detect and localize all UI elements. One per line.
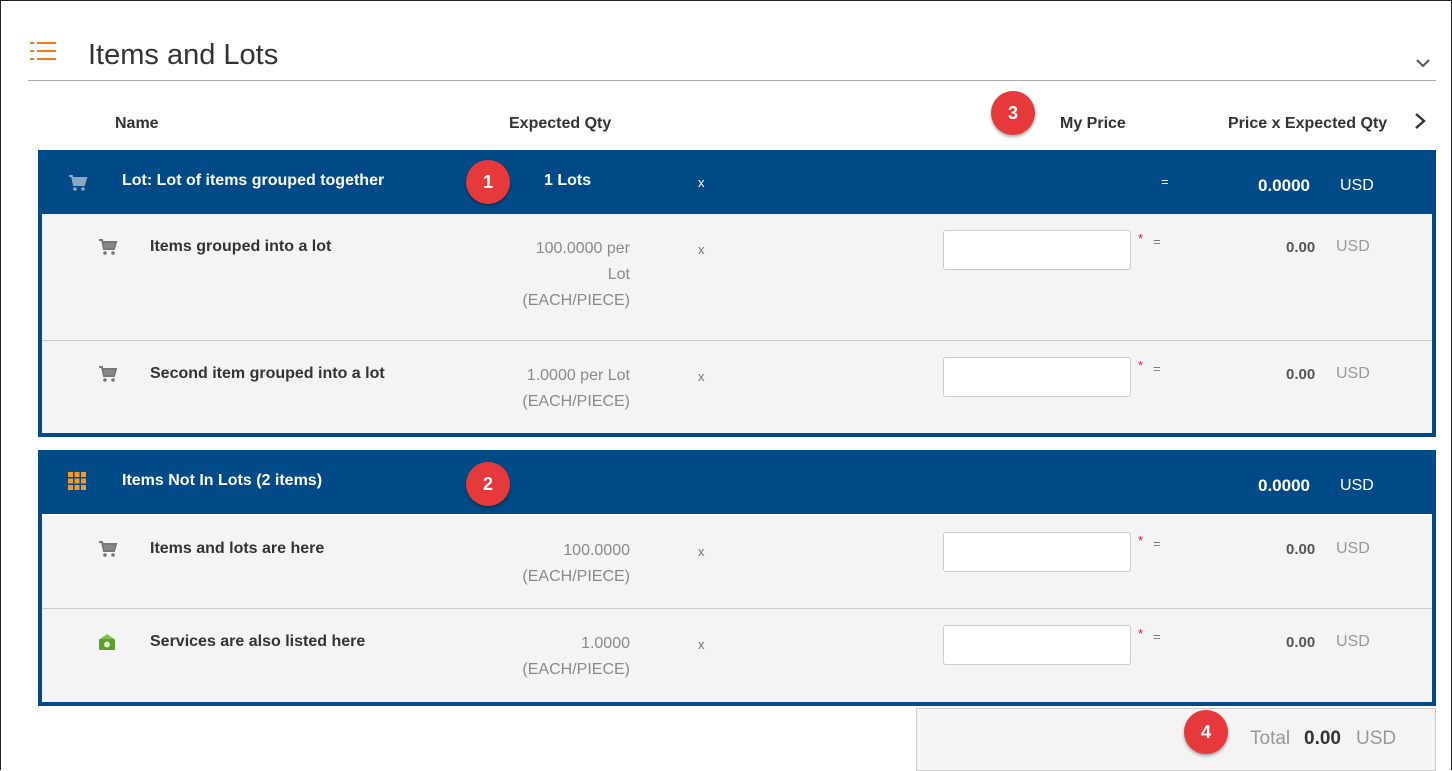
item-currency: USD bbox=[1336, 633, 1370, 650]
total-value: 0.00 bbox=[1304, 728, 1341, 749]
cart-icon bbox=[98, 365, 118, 388]
qty-line: 1.0000 bbox=[581, 635, 630, 652]
required-marker: * bbox=[1138, 231, 1144, 246]
item-total: 0.00 bbox=[1286, 541, 1316, 558]
multiply-sign: x bbox=[698, 242, 705, 257]
section-title: Items and Lots bbox=[88, 39, 279, 71]
item-name: Second item grouped into a lot bbox=[150, 365, 385, 382]
required-marker: * bbox=[1138, 358, 1144, 373]
multiply-sign: x bbox=[698, 637, 705, 652]
multiply-sign: x bbox=[698, 369, 705, 384]
table-row: Items grouped into a lot 100.0000 per Lo… bbox=[42, 214, 1432, 341]
annotation-badge-3: 3 bbox=[991, 91, 1035, 135]
item-name: Services are also listed here bbox=[150, 633, 366, 650]
collapse-chevron-icon[interactable] bbox=[1416, 52, 1430, 73]
qty-line: 100.0000 per bbox=[535, 240, 630, 257]
item-total: 0.00 bbox=[1286, 239, 1316, 256]
item-total: 0.00 bbox=[1286, 366, 1316, 383]
multiply-sign: x bbox=[698, 175, 705, 190]
scroll-right-chevron-icon[interactable] bbox=[1412, 112, 1428, 130]
group-name: Items Not In Lots (2 items) bbox=[122, 472, 323, 489]
equals-sign: = bbox=[1153, 234, 1161, 249]
item-expected-qty: 1.0000 (EACH/PIECE) bbox=[450, 631, 630, 683]
table-row: Items and lots are here 100.0000 (EACH/P… bbox=[42, 516, 1432, 609]
annotation-badge-4: 4 bbox=[1184, 710, 1228, 754]
my-price-input[interactable] bbox=[943, 625, 1131, 665]
qty-line: Lot bbox=[607, 266, 630, 283]
column-header-price-x-qty: Price x Expected Qty bbox=[1228, 115, 1388, 132]
equals-sign: = bbox=[1161, 174, 1169, 189]
items-not-in-lots-group: Items Not In Lots (2 items) 0.0000 USD I… bbox=[38, 450, 1436, 706]
item-total: 0.00 bbox=[1286, 634, 1316, 651]
lot-name: Lot: Lot of items grouped together bbox=[122, 172, 385, 189]
item-name: Items grouped into a lot bbox=[150, 238, 332, 255]
lot-total: 0.0000 bbox=[1258, 176, 1310, 195]
my-price-input[interactable] bbox=[943, 357, 1131, 397]
required-marker: * bbox=[1138, 626, 1144, 641]
lot-group-header[interactable]: Lot: Lot of items grouped together 1 Lot… bbox=[42, 154, 1432, 214]
cart-icon bbox=[98, 540, 118, 563]
qty-line: 1.0000 per Lot bbox=[526, 367, 630, 384]
item-expected-qty: 100.0000 (EACH/PIECE) bbox=[450, 538, 630, 590]
group-currency: USD bbox=[1340, 477, 1374, 494]
lot-qty: 1 Lots bbox=[544, 172, 592, 189]
required-marker: * bbox=[1138, 533, 1144, 548]
items-not-in-lots-header[interactable]: Items Not In Lots (2 items) 0.0000 USD bbox=[42, 454, 1432, 514]
qty-line: (EACH/PIECE) bbox=[522, 393, 630, 410]
table-row: Services are also listed here 1.0000 (EA… bbox=[42, 609, 1432, 702]
total-label: Total bbox=[1250, 728, 1291, 749]
list-icon bbox=[30, 42, 56, 62]
equals-sign: = bbox=[1153, 629, 1161, 644]
total-currency: USD bbox=[1356, 728, 1397, 749]
lot-currency: USD bbox=[1340, 177, 1374, 194]
item-currency: USD bbox=[1336, 540, 1370, 557]
column-header-expected-qty: Expected Qty bbox=[509, 115, 612, 132]
grand-total-box: Total 0.00 USD bbox=[916, 708, 1436, 771]
service-icon bbox=[98, 633, 116, 656]
lot-group: Lot: Lot of items grouped together 1 Lot… bbox=[38, 150, 1436, 437]
item-currency: USD bbox=[1336, 238, 1370, 255]
equals-sign: = bbox=[1153, 536, 1161, 551]
item-expected-qty: 1.0000 per Lot (EACH/PIECE) bbox=[450, 363, 630, 415]
cart-icon bbox=[68, 174, 88, 197]
qty-line: (EACH/PIECE) bbox=[522, 568, 630, 585]
column-header-my-price: My Price bbox=[1060, 115, 1126, 132]
qty-line: 100.0000 bbox=[563, 542, 630, 559]
table-row: Second item grouped into a lot 1.0000 pe… bbox=[42, 341, 1432, 433]
grid-icon bbox=[68, 472, 86, 495]
equals-sign: = bbox=[1153, 361, 1161, 376]
item-expected-qty: 100.0000 per Lot (EACH/PIECE) bbox=[450, 236, 630, 314]
multiply-sign: x bbox=[698, 544, 705, 559]
cart-icon bbox=[98, 238, 118, 261]
group-total: 0.0000 bbox=[1258, 476, 1310, 495]
annotation-badge-1: 1 bbox=[466, 160, 510, 204]
column-header-name: Name bbox=[115, 115, 159, 132]
qty-line: (EACH/PIECE) bbox=[522, 292, 630, 309]
my-price-input[interactable] bbox=[943, 230, 1131, 270]
item-name: Items and lots are here bbox=[150, 540, 325, 557]
qty-line: (EACH/PIECE) bbox=[522, 661, 630, 678]
annotation-badge-2: 2 bbox=[466, 462, 510, 506]
my-price-input[interactable] bbox=[943, 532, 1131, 572]
section-header[interactable]: Items and Lots bbox=[28, 30, 1436, 81]
item-currency: USD bbox=[1336, 365, 1370, 382]
